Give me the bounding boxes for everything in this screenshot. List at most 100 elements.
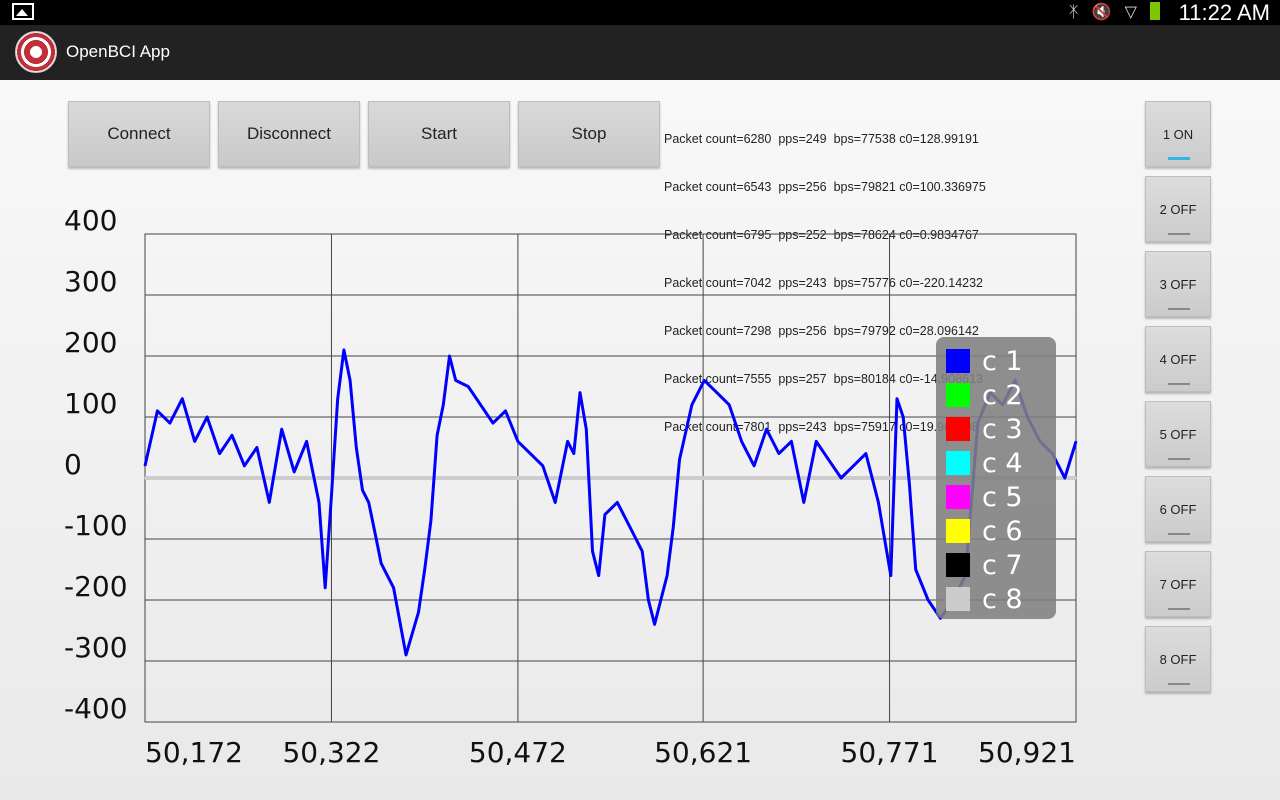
- legend-swatch: [946, 519, 970, 543]
- legend-swatch: [946, 587, 970, 611]
- legend-swatch: [946, 417, 970, 441]
- data-point: [144, 477, 146, 479]
- data-point: [802, 501, 805, 504]
- data-point: [448, 355, 451, 357]
- data-point: [1075, 440, 1077, 443]
- toggle-indicator: [1168, 533, 1190, 535]
- data-point: [902, 416, 905, 418]
- y-tick-label: -100: [64, 509, 128, 542]
- data-point: [653, 623, 656, 626]
- data-point: [206, 416, 208, 418]
- data-point: [641, 550, 643, 552]
- gallery-icon: [12, 3, 34, 20]
- channel-toggle-label: 4 OFF: [1159, 351, 1197, 367]
- data-point: [256, 446, 258, 449]
- data-point: [268, 501, 271, 504]
- data-point: [852, 465, 855, 467]
- data-point: [585, 428, 588, 430]
- data-point: [566, 440, 569, 443]
- data-point: [436, 434, 438, 437]
- channel-4-toggle[interactable]: 4 OFF: [1145, 326, 1211, 392]
- legend-label: c 7: [982, 549, 1023, 581]
- legend-label: c 3: [982, 413, 1023, 445]
- legend-label: c 2: [982, 379, 1023, 411]
- channel-toggle-label: 5 OFF: [1159, 426, 1197, 442]
- channel-8-toggle[interactable]: 8 OFF: [1145, 626, 1211, 692]
- data-point: [336, 397, 339, 400]
- connect-button[interactable]: Connect: [68, 101, 210, 167]
- legend-item: c 8: [946, 583, 1023, 615]
- app-bar: OpenBCI App: [0, 25, 1280, 80]
- data-point: [554, 501, 556, 504]
- channel-3-toggle[interactable]: 3 OFF: [1145, 251, 1211, 317]
- data-point: [591, 550, 594, 552]
- channel-toggle-label: 1 ON: [1162, 126, 1194, 142]
- status-icons: ᛡ 🔇 ▽: [1061, 2, 1160, 21]
- data-point: [343, 349, 345, 351]
- data-point: [889, 574, 892, 577]
- legend-swatch: [946, 553, 970, 577]
- legend-item: c 1: [946, 345, 1023, 377]
- data-point: [896, 397, 898, 400]
- channel-1-toggle[interactable]: 1 ON: [1145, 101, 1211, 167]
- channel-5-toggle[interactable]: 5 OFF: [1145, 401, 1211, 467]
- toggle-indicator: [1168, 683, 1190, 685]
- toggle-indicator: [1168, 458, 1190, 460]
- channel-toggle-label: 8 OFF: [1159, 651, 1197, 667]
- y-tick-label: 200: [64, 326, 117, 359]
- data-point: [616, 501, 619, 504]
- data-point: [423, 568, 426, 571]
- battery-icon: [1150, 2, 1160, 20]
- channel-7-toggle[interactable]: 7 OFF: [1145, 551, 1211, 617]
- data-point: [479, 404, 482, 406]
- data-point: [753, 465, 755, 467]
- data-point: [1064, 477, 1066, 479]
- data-point: [305, 440, 308, 443]
- data-point: [691, 404, 693, 406]
- data-point: [417, 611, 420, 613]
- y-tick-label: 400: [64, 204, 117, 237]
- y-tick-label: -300: [64, 631, 128, 664]
- mute-icon: 🔇: [1091, 2, 1112, 21]
- stop-button[interactable]: Stop: [518, 101, 660, 167]
- legend-swatch: [946, 485, 970, 509]
- data-point: [541, 465, 544, 467]
- x-tick-label: 50,322: [282, 736, 380, 769]
- legend-item: c 3: [946, 413, 1023, 445]
- toggle-indicator: [1168, 608, 1190, 610]
- channel-2-toggle[interactable]: 2 OFF: [1145, 176, 1211, 242]
- data-point: [778, 452, 780, 455]
- data-point: [827, 458, 830, 461]
- data-point: [430, 519, 432, 522]
- data-point: [330, 495, 333, 498]
- disconnect-button[interactable]: Disconnect: [218, 101, 360, 167]
- chart-legend: c 1c 2c 3c 4c 5c 6c 7c 8: [936, 337, 1056, 619]
- legend-label: c 1: [982, 345, 1023, 377]
- data-point: [374, 532, 376, 534]
- legend-label: c 4: [982, 447, 1023, 479]
- data-point: [604, 513, 606, 516]
- data-point: [367, 501, 370, 504]
- x-tick-label: 50,472: [469, 736, 567, 769]
- data-point: [405, 654, 407, 656]
- x-tick-label: 50,621: [654, 736, 752, 769]
- data-point: [914, 568, 917, 571]
- data-point: [703, 379, 706, 382]
- toggle-indicator: [1168, 308, 1190, 310]
- data-point: [666, 574, 668, 577]
- data-point: [908, 483, 911, 485]
- legend-label: c 8: [982, 583, 1023, 615]
- data-point: [815, 440, 818, 443]
- data-point: [504, 410, 507, 412]
- log-line: Packet count=6543 pps=256 bps=79821 c0=1…: [664, 180, 986, 194]
- channel-toggle-label: 6 OFF: [1159, 501, 1197, 517]
- data-point: [660, 599, 662, 601]
- data-point: [467, 385, 469, 388]
- toggle-indicator: [1168, 383, 1190, 385]
- data-point: [883, 538, 886, 540]
- data-point: [765, 428, 768, 430]
- start-button[interactable]: Start: [368, 101, 510, 167]
- channel-6-toggle[interactable]: 6 OFF: [1145, 476, 1211, 542]
- legend-item: c 5: [946, 482, 1023, 513]
- x-tick-label: 50,771: [841, 736, 939, 769]
